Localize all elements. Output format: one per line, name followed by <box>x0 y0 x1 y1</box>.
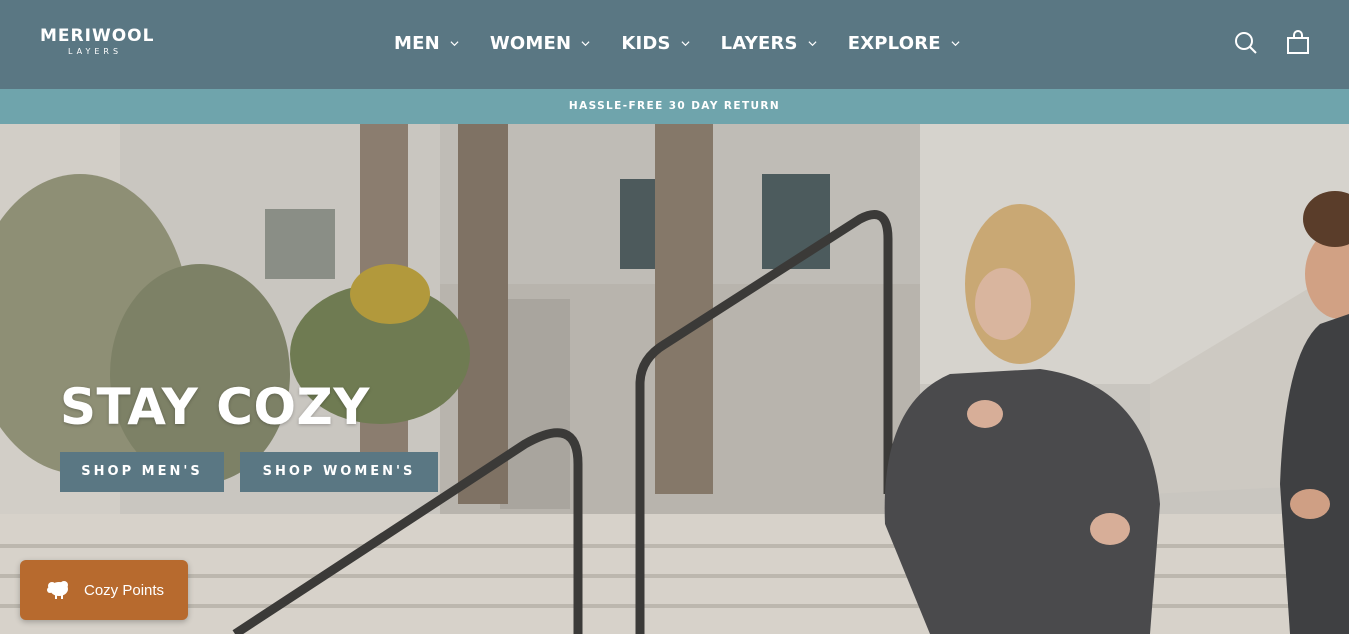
nav-item-layers[interactable]: LAYERS <box>721 30 817 56</box>
announcement-text: HASSLE-FREE 30 DAY RETURN <box>568 100 781 112</box>
cozy-points-button[interactable]: Cozy Points <box>20 560 188 620</box>
main-nav: MEN WOMEN KIDS LAYERS EXPLORE <box>394 30 991 56</box>
chevron-down-icon <box>450 40 459 46</box>
site-header: MERIWOOL LAYERS MEN WOMEN KIDS LAYERS EX… <box>0 0 1349 89</box>
chevron-down-icon <box>808 40 817 46</box>
search-icon[interactable] <box>1233 30 1259 56</box>
hero-title: STAY COZY <box>60 378 370 436</box>
shop-mens-button[interactable]: SHOP MEN'S <box>60 452 224 492</box>
announcement-bar[interactable]: HASSLE-FREE 30 DAY RETURN <box>0 89 1349 124</box>
shop-womens-button[interactable]: SHOP WOMEN'S <box>240 452 438 492</box>
logo-subtitle: LAYERS <box>68 47 123 56</box>
logo-wordmark: MERIWOOL <box>40 26 155 46</box>
nav-label: LAYERS <box>720 32 798 54</box>
nav-item-kids[interactable]: KIDS <box>621 30 690 56</box>
cozy-points-label: Cozy Points <box>84 581 165 599</box>
nav-item-men[interactable]: MEN <box>394 30 459 56</box>
chevron-down-icon <box>581 40 590 46</box>
nav-label: WOMEN <box>489 32 572 54</box>
nav-label: KIDS <box>621 32 671 54</box>
nav-label: MEN <box>394 32 440 54</box>
nav-label: EXPLORE <box>847 32 941 54</box>
logo[interactable]: MERIWOOL LAYERS <box>40 26 170 62</box>
chevron-down-icon <box>951 40 960 46</box>
chevron-down-icon <box>681 40 690 46</box>
sheep-icon <box>47 581 68 599</box>
cart-icon[interactable] <box>1285 30 1311 56</box>
hero-banner: STAY COZY SHOP MEN'S SHOP WOMEN'S <box>0 124 1349 634</box>
nav-item-explore[interactable]: EXPLORE <box>848 30 960 56</box>
nav-item-women[interactable]: WOMEN <box>490 30 590 56</box>
